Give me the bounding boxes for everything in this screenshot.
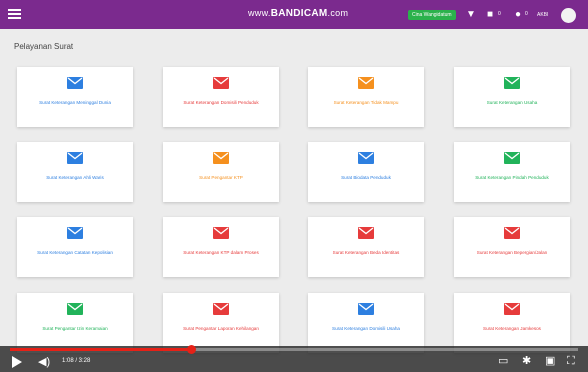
message-icon[interactable]: ■ bbox=[487, 9, 493, 20]
service-card-label: Surat Pengantar Izin Keramaian bbox=[42, 326, 108, 331]
service-card[interactable]: Surat Keterangan Tidak Mampu bbox=[308, 67, 424, 127]
service-card-label: Surat Keterangan Beda Identitas bbox=[332, 250, 400, 255]
service-card-label: Surat Keterangan Ahli Waris bbox=[46, 175, 104, 180]
envelope-icon bbox=[504, 227, 520, 239]
service-card-label: Surat Keterangan Catatan Kepolisian bbox=[37, 250, 113, 255]
service-card-label: Surat Pengantar Laporan Kehilangan bbox=[183, 326, 259, 331]
play-icon[interactable] bbox=[12, 356, 22, 368]
progress-scrubber[interactable] bbox=[187, 345, 196, 354]
envelope-icon bbox=[67, 77, 83, 89]
fullscreen-icon[interactable]: ⛶ bbox=[567, 355, 575, 367]
captions-icon[interactable]: ▭ bbox=[498, 355, 508, 367]
envelope-icon bbox=[358, 77, 374, 89]
envelope-icon bbox=[67, 152, 83, 164]
service-card[interactable]: Surat Keterangan Jamkesos bbox=[454, 293, 570, 353]
envelope-icon bbox=[67, 303, 83, 315]
service-card[interactable]: Surat Keterangan Usaha bbox=[454, 67, 570, 127]
service-card-label: Surat Pengantar KTP bbox=[199, 175, 243, 180]
service-card-label: Surat Keterangan Jamkesos bbox=[483, 326, 541, 331]
service-card[interactable]: Surat Keterangan Domisili Usaha bbox=[308, 293, 424, 353]
progress-fill bbox=[10, 348, 192, 351]
envelope-icon bbox=[67, 227, 83, 239]
service-card-label: Surat Biodata Penduduk bbox=[341, 175, 391, 180]
status-badge[interactable]: Cina Wangidatum bbox=[408, 10, 456, 20]
service-card[interactable]: Surat Keterangan Domisili Penduduk bbox=[163, 67, 279, 127]
menu-icon[interactable] bbox=[8, 9, 21, 19]
top-navbar: www.BANDICAM.com Cina Wangidatum ▼ ■ 0 ●… bbox=[0, 0, 588, 29]
envelope-icon bbox=[213, 152, 229, 164]
service-card-label: Surat Keterangan Usaha bbox=[486, 100, 538, 105]
service-card[interactable]: Surat Keterangan Catatan Kepolisian bbox=[17, 217, 133, 277]
service-card-label: Surat Keterangan Pindah Penduduk bbox=[475, 175, 549, 180]
envelope-icon bbox=[504, 152, 520, 164]
sort-icon[interactable]: ▼ bbox=[466, 9, 476, 20]
envelope-icon bbox=[358, 227, 374, 239]
time-display: 1:08 / 3:28 bbox=[62, 358, 91, 364]
settings-icon[interactable]: ✱ bbox=[522, 355, 531, 367]
service-card-label: Surat Keterangan Domisili Penduduk bbox=[183, 100, 259, 105]
service-card[interactable]: Surat Keterangan Beda Identitas bbox=[308, 217, 424, 277]
envelope-icon bbox=[213, 227, 229, 239]
service-card-label: Surat Keterangan Bepergian/Jalan bbox=[476, 250, 548, 255]
service-card-label: Surat Keterangan KTP dalam Proses bbox=[183, 250, 259, 255]
user-name[interactable]: AKBI bbox=[537, 12, 548, 18]
notification-icon[interactable]: ● bbox=[515, 9, 521, 20]
page-title: Pelayanan Surat bbox=[14, 42, 74, 51]
volume-icon[interactable]: ◀) bbox=[38, 355, 50, 368]
envelope-icon bbox=[504, 77, 520, 89]
envelope-icon bbox=[358, 303, 374, 315]
service-card[interactable]: Surat Pengantar Laporan Kehilangan bbox=[163, 293, 279, 353]
recording-watermark: www.BANDICAM.com bbox=[248, 8, 349, 19]
envelope-icon bbox=[504, 303, 520, 315]
service-card[interactable]: Surat Keterangan KTP dalam Proses bbox=[163, 217, 279, 277]
envelope-icon bbox=[213, 303, 229, 315]
service-card[interactable]: Surat Keterangan Pindah Penduduk bbox=[454, 142, 570, 202]
service-card[interactable]: Surat Keterangan Ahli Waris bbox=[17, 142, 133, 202]
notification-count: 0 bbox=[525, 11, 528, 17]
avatar[interactable] bbox=[561, 8, 576, 23]
service-card-label: Surat Keterangan Tidak Mampu bbox=[333, 100, 399, 105]
envelope-icon bbox=[358, 152, 374, 164]
service-card[interactable]: Surat Biodata Penduduk bbox=[308, 142, 424, 202]
service-card[interactable]: Surat Keterangan Bepergian/Jalan bbox=[454, 217, 570, 277]
service-card[interactable]: Surat Pengantar KTP bbox=[163, 142, 279, 202]
service-card-label: Surat Keterangan Meninggal Dunia bbox=[39, 100, 111, 105]
service-card-label: Surat Keterangan Domisili Usaha bbox=[332, 326, 400, 331]
service-card[interactable]: Surat Keterangan Meninggal Dunia bbox=[17, 67, 133, 127]
message-count: 0 bbox=[498, 11, 501, 17]
envelope-icon bbox=[213, 77, 229, 89]
service-card[interactable]: Surat Pengantar Izin Keramaian bbox=[17, 293, 133, 353]
miniplayer-icon[interactable]: ▣ bbox=[545, 355, 555, 367]
